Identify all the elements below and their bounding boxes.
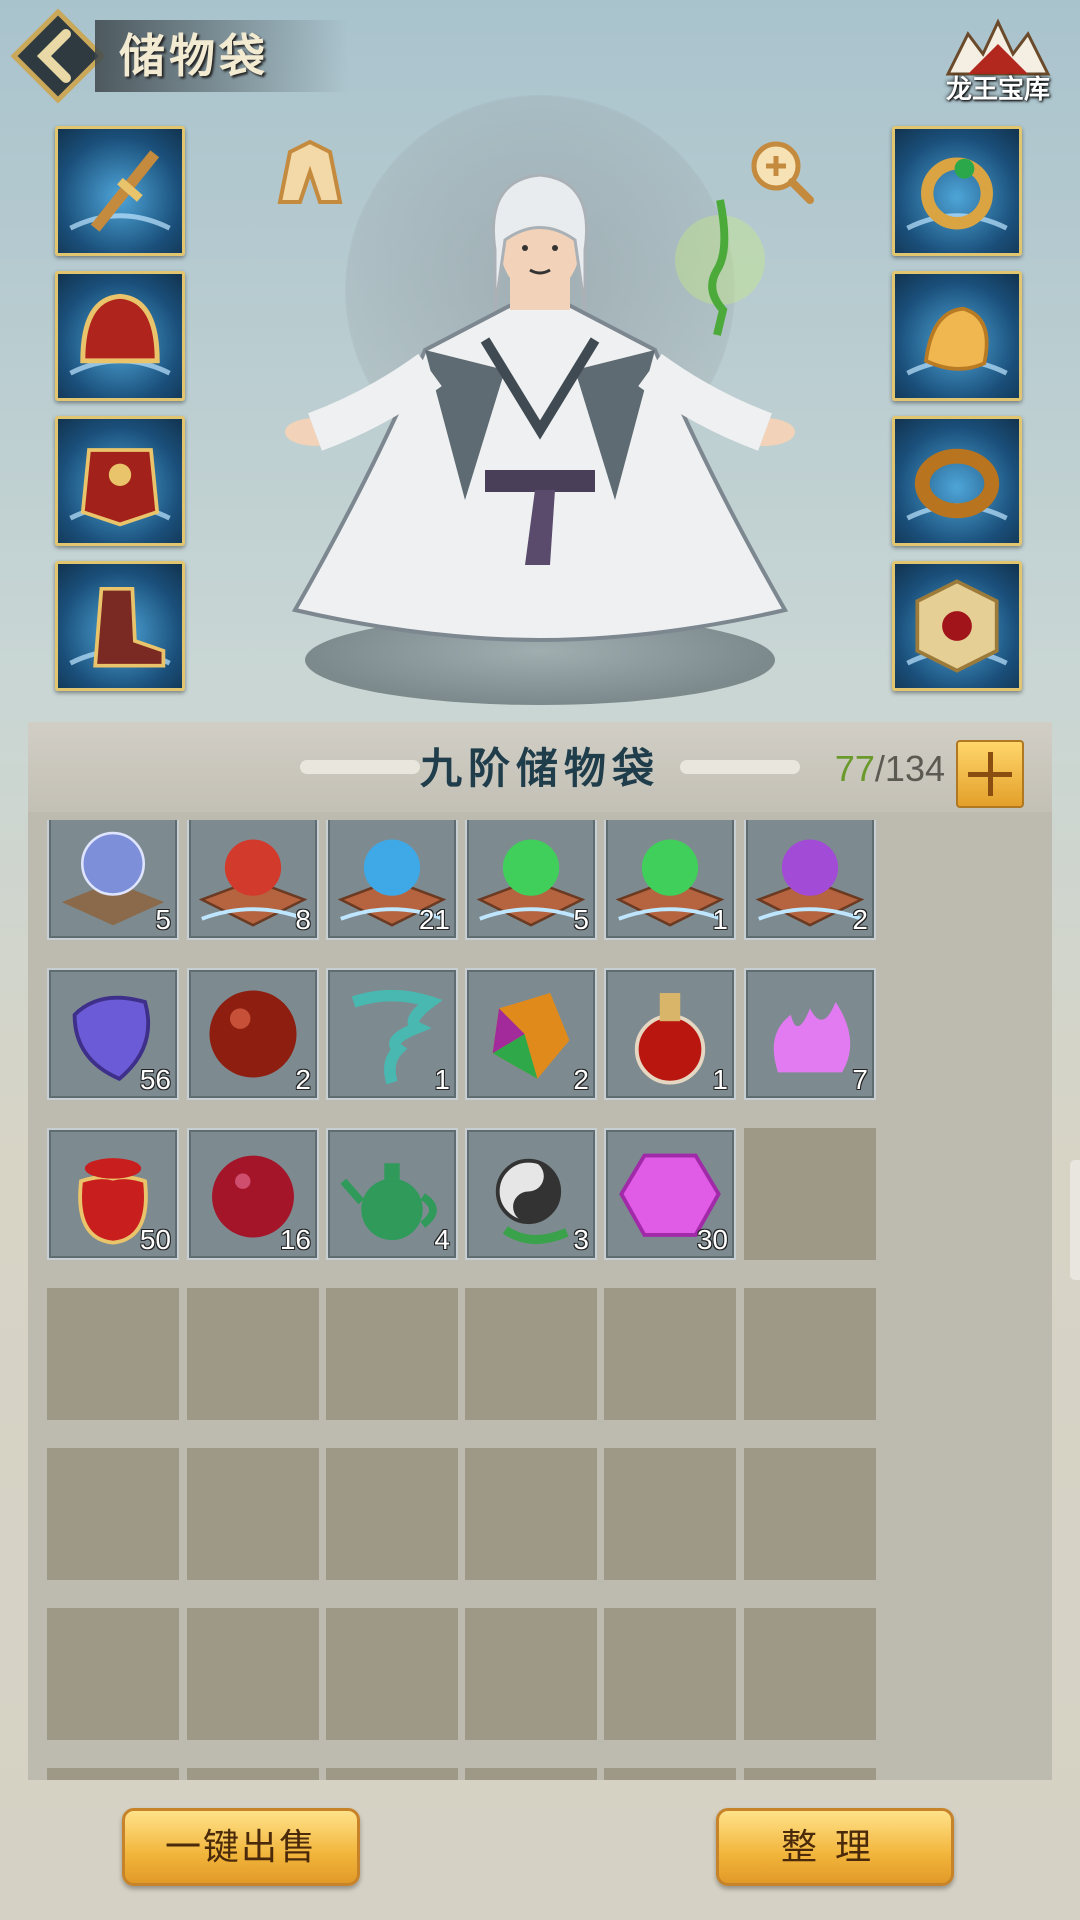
armor-icon [69,448,171,527]
dragon-king-treasury-button[interactable]: 龙王宝库 [928,14,1068,114]
item-quantity: 1 [712,904,728,935]
item-quantity: 56 [139,1064,171,1095]
robe-icon [277,139,343,204]
back-arrow-icon [10,8,106,104]
item-quantity: 3 [573,1224,589,1255]
empty-slot[interactable] [326,1448,458,1580]
treasury-label: 龙王宝库 [945,75,1050,105]
item-slot-green-orb-book[interactable]: 5 [465,820,597,940]
zoom-in-icon [751,141,814,204]
equip-slot-armor[interactable] [55,416,185,546]
total-capacity: 134 [884,748,945,789]
equip-slot-amulet[interactable] [892,561,1022,691]
item-quantity: 1 [434,1064,450,1095]
item-slot-crimson-orb[interactable]: 16 [187,1128,319,1260]
empty-slot[interactable] [744,1448,876,1580]
empty-slot[interactable] [187,1448,319,1580]
used-count: 77 [834,748,875,789]
item-slot-whirlwind[interactable]: 1 [326,968,458,1100]
empty-slot[interactable] [326,1288,458,1420]
item-slot-red-orb-book[interactable]: 8 [187,820,319,940]
empty-slot[interactable] [465,1288,597,1420]
item-slot-yin-yang-gourd[interactable]: 3 [465,1128,597,1260]
empty-slot[interactable] [187,1288,319,1420]
item-quantity: 21 [418,904,450,935]
item-slot-purple-orb-book[interactable]: 2 [744,820,876,940]
item-grid[interactable]: 5 8 21 5 1 2 56 2 1 2 1 7 50 16 4 3 30 [28,820,1052,1780]
meditating-character [285,173,795,643]
item-quantity: 8 [295,904,311,935]
item-slot-lucky-bag[interactable]: 50 [47,1128,179,1260]
empty-slot[interactable] [326,1608,458,1740]
item-slot-jade-teapot[interactable]: 4 [326,1128,458,1260]
item-slot-potion[interactable]: 1 [604,968,736,1100]
empty-slot[interactable] [47,1288,179,1420]
item-quantity: 1 [712,1064,728,1095]
empty-slot[interactable] [744,1128,876,1260]
item-slot-rainbow-gem[interactable]: 2 [465,968,597,1100]
equip-slot-sword[interactable] [55,126,185,256]
empty-slot[interactable] [465,1768,597,1780]
ring-icon [906,157,1008,231]
item-quantity: 5 [155,904,171,935]
amulet-icon [906,579,1008,673]
empty-slot[interactable] [465,1448,597,1580]
sword-icon [69,150,171,232]
empty-slot[interactable] [604,1608,736,1740]
item-slot-purple-flame[interactable]: 7 [744,968,876,1100]
equip-slot-boots[interactable] [55,561,185,691]
item-slot-blue-orb-book[interactable]: 21 [326,820,458,940]
page-title: 储物袋 [95,20,349,92]
bracelet-icon [906,448,1008,521]
empty-slot[interactable] [744,1608,876,1740]
bag-capacity: 77/134 [835,748,945,790]
empty-slot[interactable] [744,1768,876,1780]
equip-slot-helmet[interactable] [55,271,185,401]
capacity-separator: / [874,748,885,789]
item-quantity: 4 [434,1224,450,1255]
equip-slot-pendant[interactable] [892,271,1022,401]
item-quantity: 30 [696,1224,728,1255]
expand-capacity-button[interactable] [956,740,1024,808]
empty-slot[interactable] [187,1608,319,1740]
item-slot-rune-crystal[interactable]: 30 [604,1128,736,1260]
equip-slot-ring[interactable] [892,126,1022,256]
empty-slot[interactable] [47,1768,179,1780]
item-quantity: 2 [573,1064,589,1095]
item-quantity: 50 [139,1224,171,1255]
sort-button[interactable]: 整理 [716,1808,954,1886]
pendant-icon [906,306,1008,376]
empty-slot[interactable] [47,1608,179,1740]
sell-all-button[interactable]: 一键出售 [122,1808,360,1886]
boots-icon [69,586,171,668]
item-slot-purple-stone[interactable]: 56 [47,968,179,1100]
item-quantity: 16 [279,1224,311,1255]
scroll-indicator [1070,1160,1080,1280]
empty-slot[interactable] [187,1768,319,1780]
item-slot-green-orb-book[interactable]: 1 [604,820,736,940]
empty-slot[interactable] [47,1448,179,1580]
helmet-icon [69,293,171,376]
empty-slot[interactable] [465,1608,597,1740]
back-button[interactable] [10,8,106,104]
empty-slot[interactable] [604,1288,736,1420]
zoom-button[interactable] [748,138,816,206]
item-quantity: 2 [852,904,868,935]
item-slot-red-pearl[interactable]: 2 [187,968,319,1100]
appearance-button[interactable] [270,132,350,212]
item-quantity: 7 [852,1064,868,1095]
empty-slot[interactable] [744,1288,876,1420]
equip-slot-bracelet[interactable] [892,416,1022,546]
empty-slot[interactable] [326,1768,458,1780]
empty-slot[interactable] [604,1448,736,1580]
empty-slot[interactable] [604,1768,736,1780]
item-quantity: 5 [573,904,589,935]
item-slot-beast-orb[interactable]: 5 [47,820,179,940]
item-quantity: 2 [295,1064,311,1095]
